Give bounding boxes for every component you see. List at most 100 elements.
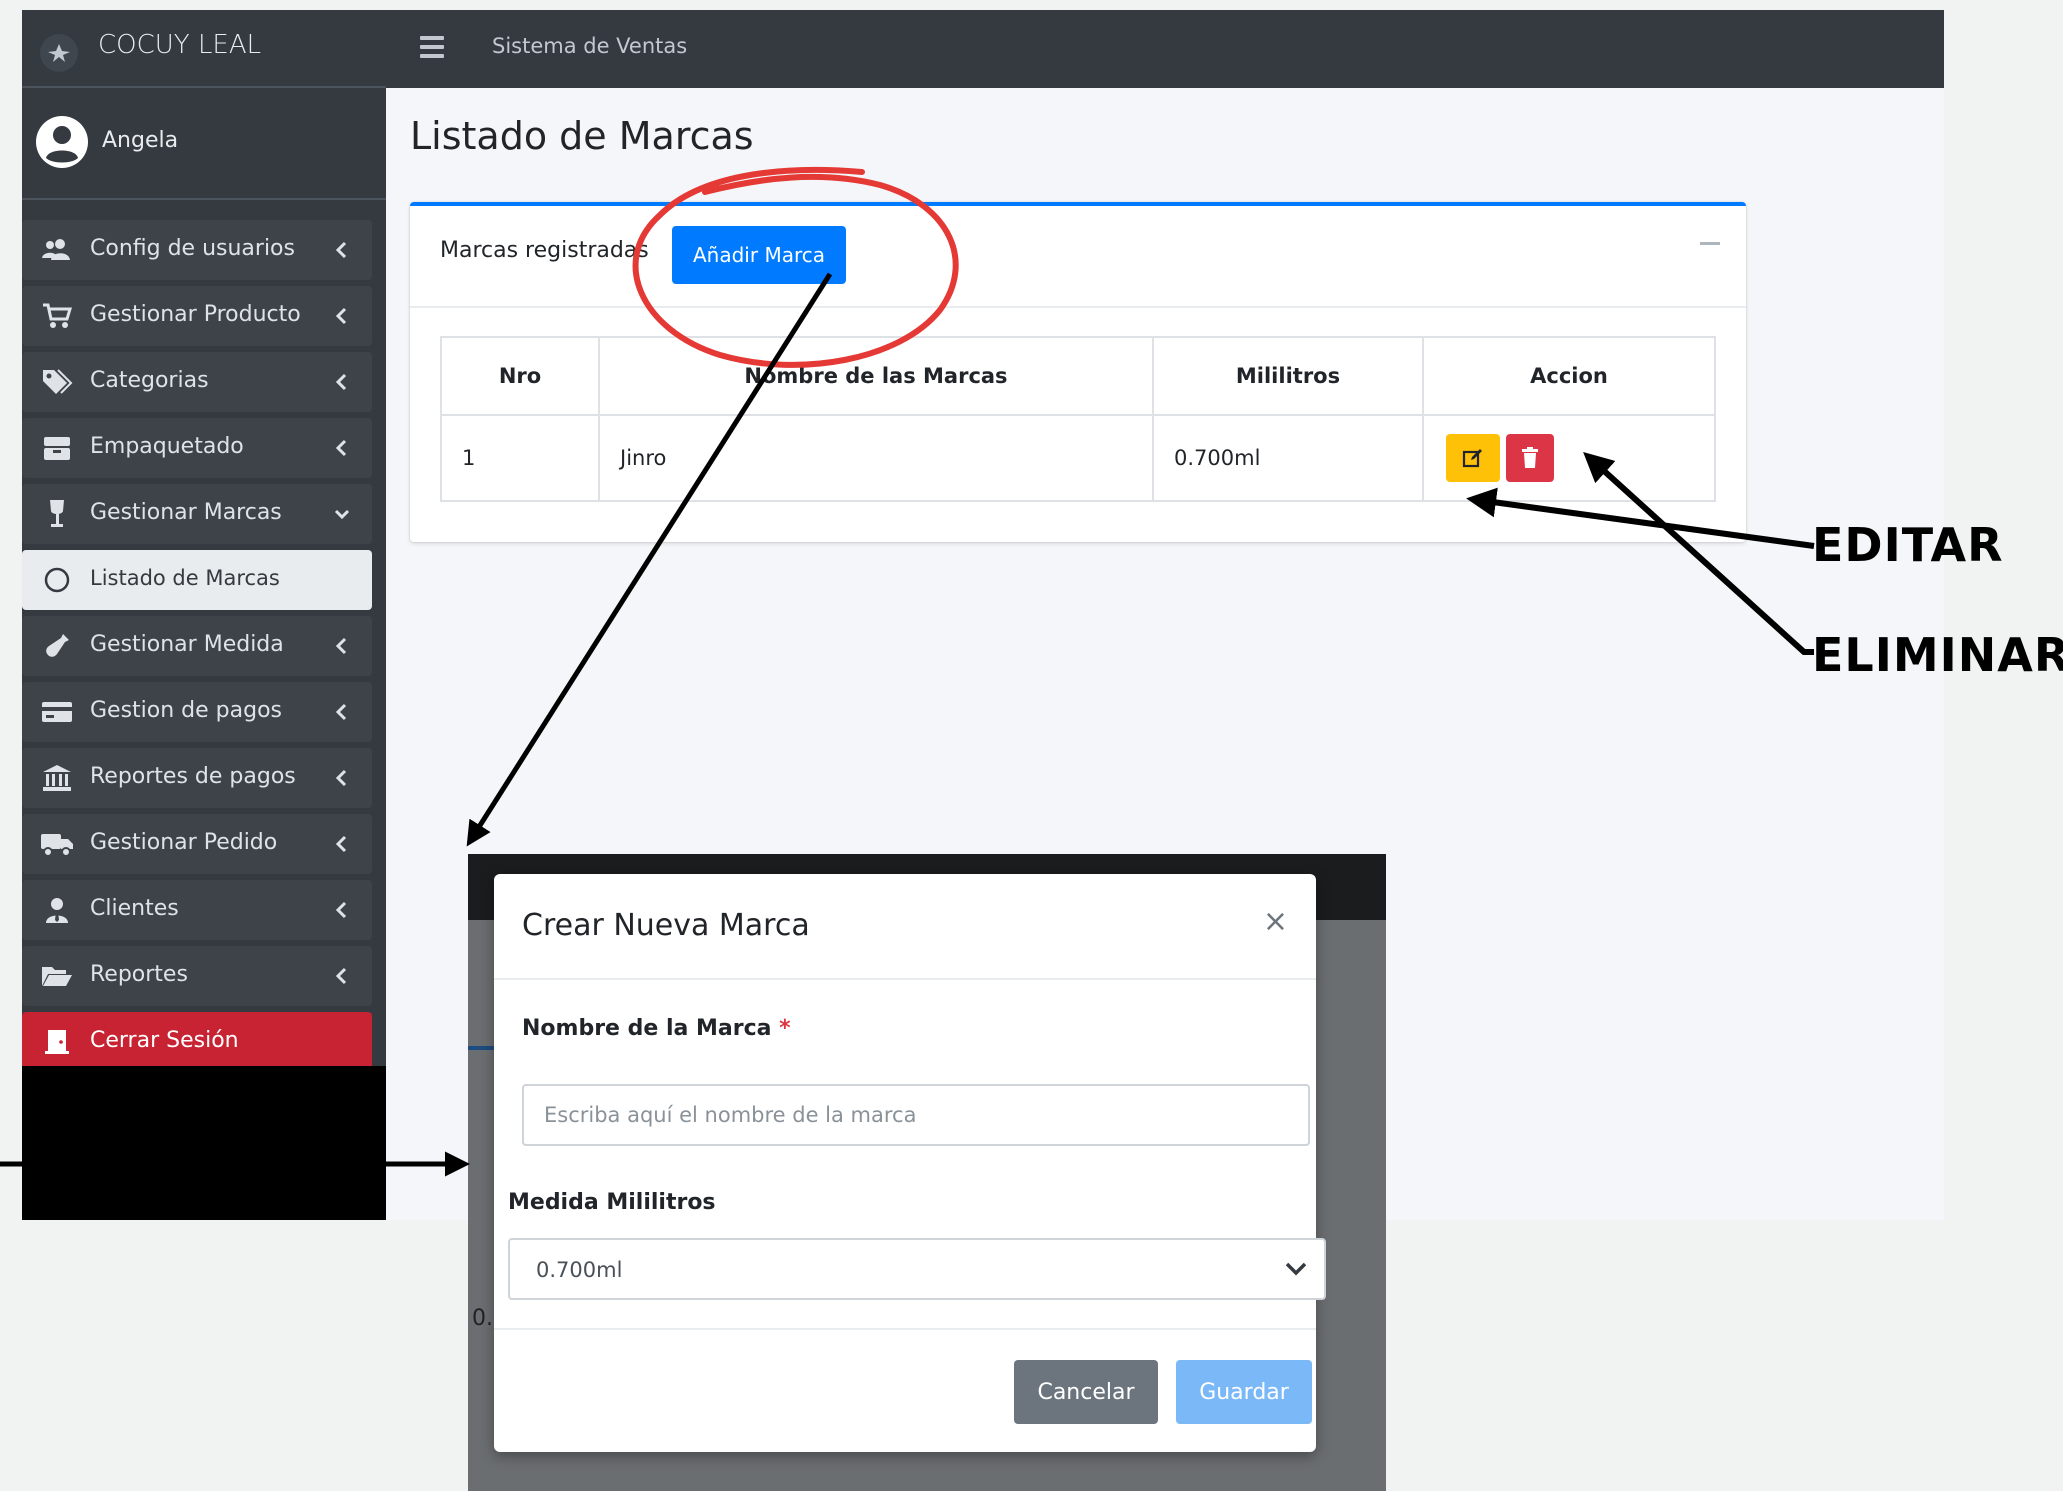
- add-brand-button[interactable]: Añadir Marca: [672, 226, 846, 284]
- sidebar-item-label: Gestionar Medida: [90, 632, 284, 657]
- sidebar-item-gestionar-marcas[interactable]: Gestionar Marcas: [22, 484, 372, 544]
- chevron-left-icon: [335, 835, 347, 853]
- column-header: Nombre de las Marcas: [598, 336, 1154, 416]
- sidebar-item-reportes-pagos[interactable]: Reportes de pagos: [22, 748, 372, 808]
- edit-button[interactable]: [1446, 434, 1500, 482]
- cart-icon: [40, 300, 74, 332]
- backdrop-text-fragment: 0.: [472, 1306, 493, 1331]
- table-header-row: Nro Nombre de las Marcas Mililitros Acci…: [440, 336, 1716, 416]
- annotation-eliminar: ELIMINAR: [1812, 628, 2063, 682]
- wine-bottle-icon: [40, 630, 74, 662]
- sidebar-item-label: Gestionar Producto: [90, 302, 301, 327]
- sidebar-inner: COCUY LEAL Angela Config de usuarios Ges…: [22, 10, 386, 1076]
- measure-select[interactable]: 0.700ml: [508, 1238, 1326, 1300]
- close-icon[interactable]: ×: [1263, 904, 1288, 939]
- card-header: Marcas registradas Añadir Marca: [410, 206, 1746, 308]
- sidebar-item-reportes[interactable]: Reportes: [22, 946, 372, 1006]
- box-icon: [40, 432, 74, 464]
- user-tie-icon: [40, 894, 74, 926]
- sidebar-item-label: Categorias: [90, 368, 209, 393]
- brand-name-label: Nombre de la Marca *: [522, 1016, 791, 1041]
- cell-mililitros: 0.700ml: [1152, 414, 1424, 502]
- chevron-left-icon: [335, 901, 347, 919]
- modal-header: Crear Nueva Marca ×: [494, 874, 1316, 980]
- chevron-left-icon: [335, 637, 347, 655]
- app-title: Sistema de Ventas: [492, 34, 688, 58]
- sidebar-item-empaquetado[interactable]: Empaquetado: [22, 418, 372, 478]
- chevron-left-icon: [335, 769, 347, 787]
- chevron-left-icon: [335, 373, 347, 391]
- brand-link[interactable]: COCUY LEAL: [22, 10, 386, 88]
- collapse-minus-icon[interactable]: [1700, 242, 1720, 245]
- sidebar-item-label: Gestion de pagos: [90, 698, 283, 723]
- sidebar-item-gestionar-medida[interactable]: Gestionar Medida: [22, 616, 372, 676]
- credit-card-icon: [40, 696, 74, 728]
- sidebar-item-label: Config de usuarios: [90, 236, 295, 261]
- brand-name-input[interactable]: [522, 1084, 1310, 1146]
- user-name: Angela: [102, 128, 179, 153]
- sidebar-item-categorias[interactable]: Categorias: [22, 352, 372, 412]
- chevron-left-icon: [335, 307, 347, 325]
- user-panel[interactable]: Angela: [22, 88, 386, 200]
- save-button[interactable]: Guardar: [1176, 1360, 1312, 1424]
- door-icon: [40, 1026, 74, 1058]
- chevron-left-icon: [335, 967, 347, 985]
- sidebar: COCUY LEAL Angela Config de usuarios Ges…: [22, 10, 386, 1220]
- brands-card: Marcas registradas Añadir Marca Nro Nomb…: [410, 202, 1746, 542]
- truck-icon: [40, 828, 74, 860]
- sidebar-item-label: Reportes de pagos: [90, 764, 296, 789]
- annotation-editar: EDITAR: [1812, 518, 2004, 572]
- backdrop-card-border: [468, 1046, 494, 1050]
- measure-selected-value: 0.700ml: [536, 1258, 623, 1282]
- sidebar-item-gestionar-producto[interactable]: Gestionar Producto: [22, 286, 372, 346]
- cancel-button[interactable]: Cancelar: [1014, 1360, 1158, 1424]
- card-title: Marcas registradas: [440, 238, 649, 263]
- modal-screenshot: 0. Crear Nueva Marca × Nombre de la Marc…: [468, 854, 1386, 1491]
- measure-label: Medida Mililitros: [508, 1190, 716, 1215]
- sidebar-item-label: Empaquetado: [90, 434, 244, 459]
- chevron-down-icon: [334, 509, 350, 520]
- sidebar-item-clientes[interactable]: Clientes: [22, 880, 372, 940]
- brand-name-label-text: Nombre de la Marca: [522, 1016, 772, 1041]
- hamburger-menu-icon[interactable]: [420, 36, 444, 58]
- trash-icon: [1522, 447, 1538, 468]
- sidebar-item-label: Gestionar Pedido: [90, 830, 278, 855]
- create-brand-modal: Crear Nueva Marca × Nombre de la Marca *…: [494, 874, 1326, 1452]
- folder-open-icon: [40, 960, 74, 992]
- sidebar-item-gestionar-pedido[interactable]: Gestionar Pedido: [22, 814, 372, 874]
- table-row: 1 Jinro 0.700ml: [440, 414, 1716, 502]
- sidebar-item-cerrar-sesion[interactable]: Cerrar Sesión: [22, 1012, 372, 1072]
- circle-icon: [40, 564, 74, 596]
- column-header: Mililitros: [1152, 336, 1424, 416]
- sidebar-item-config-usuarios[interactable]: Config de usuarios: [22, 220, 372, 280]
- sidebar-item-label: Gestionar Marcas: [90, 500, 282, 525]
- brand-logo-icon: [40, 34, 78, 72]
- cell-nro: 1: [440, 414, 600, 502]
- chevron-left-icon: [335, 241, 347, 259]
- sidebar-item-label: Listado de Marcas: [90, 566, 280, 590]
- sidebar-item-listado-marcas[interactable]: Listado de Marcas: [22, 550, 372, 610]
- column-header: Accion: [1422, 336, 1716, 416]
- modal-footer: Cancelar Guardar: [494, 1328, 1316, 1452]
- brand-name: COCUY LEAL: [98, 30, 262, 60]
- top-navbar: Sistema de Ventas: [386, 10, 1944, 88]
- bank-icon: [40, 762, 74, 794]
- chevron-left-icon: [335, 703, 347, 721]
- user-avatar-icon: [36, 116, 88, 168]
- sidebar-item-gestion-pagos[interactable]: Gestion de pagos: [22, 682, 372, 742]
- users-cog-icon: [40, 234, 74, 266]
- chevron-left-icon: [335, 439, 347, 457]
- chevron-down-icon: [1285, 1262, 1307, 1276]
- wine-glass-icon: [40, 498, 74, 530]
- sidebar-item-label: Reportes: [90, 962, 188, 987]
- sidebar-bottom-black: [22, 1066, 386, 1220]
- modal-title: Crear Nueva Marca: [522, 908, 810, 943]
- delete-button[interactable]: [1506, 434, 1554, 482]
- tags-icon: [40, 366, 74, 398]
- cell-nombre: Jinro: [598, 414, 1154, 502]
- column-header: Nro: [440, 336, 600, 416]
- edit-icon: [1462, 449, 1482, 468]
- sidebar-item-label: Clientes: [90, 896, 179, 921]
- sidebar-item-label: Cerrar Sesión: [90, 1028, 239, 1053]
- required-asterisk: *: [779, 1016, 791, 1041]
